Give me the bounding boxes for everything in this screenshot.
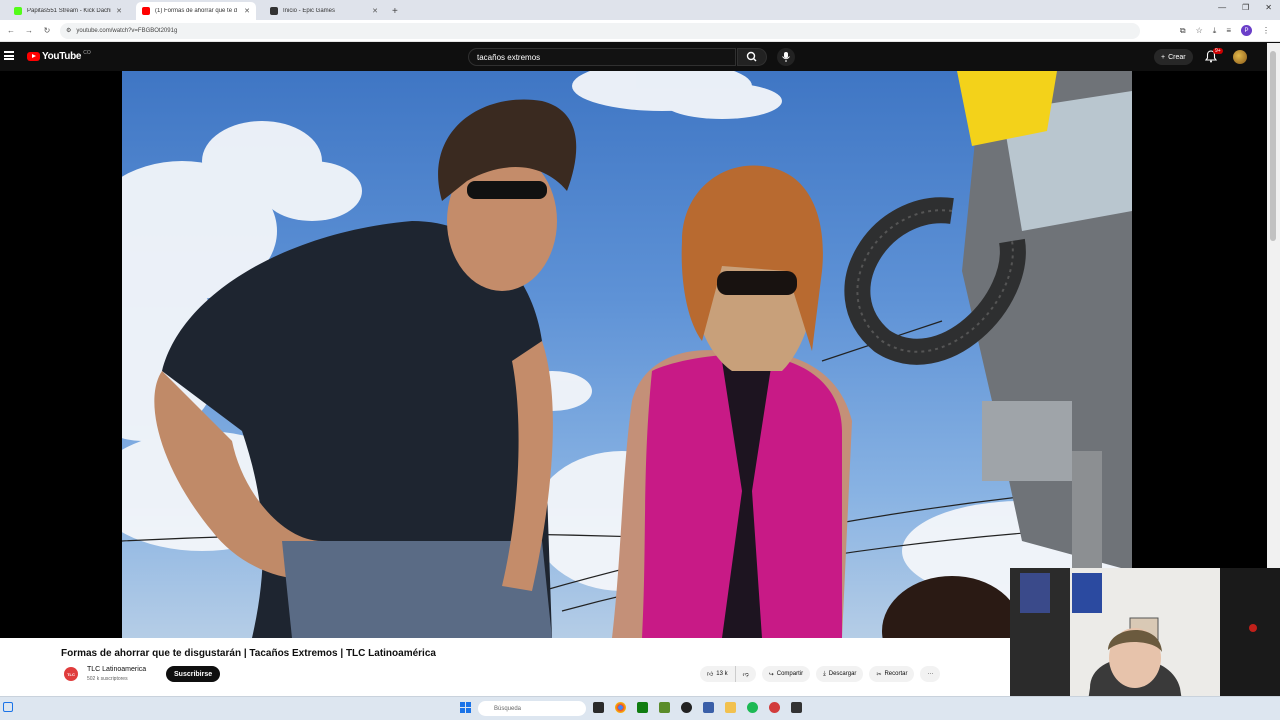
download-button[interactable]: ⤓ Descargar [816, 666, 864, 682]
browser-toolbar-icons: ⧉ ☆ ⤓ ≡ P ⋮ [1180, 25, 1270, 36]
file-explorer-icon[interactable] [593, 702, 604, 713]
taskbar-search[interactable]: Búsqueda [478, 701, 586, 716]
youtube-play-icon [27, 52, 40, 61]
minimize-icon[interactable]: — [1218, 3, 1226, 12]
logo-region: CO [83, 49, 91, 56]
share-label: Compartir [776, 671, 804, 677]
app-icon[interactable] [703, 702, 714, 713]
url-text: youtube.com/watch?v=FBGBOt2091g [76, 27, 178, 34]
share-arrow-icon: ↪ [768, 671, 774, 678]
close-tab-icon[interactable]: ✕ [116, 7, 122, 15]
widgets-icon[interactable] [3, 702, 13, 712]
close-tab-icon[interactable]: ✕ [372, 7, 378, 15]
more-dots-icon: ··· [927, 671, 934, 677]
browser-tab-epic[interactable]: Inicio - Epic Games ✕ [264, 2, 384, 20]
video-player[interactable] [0, 71, 1267, 638]
tab-title: Inicio - Epic Games [283, 8, 336, 14]
youtube-logo[interactable]: YouTube CO [27, 49, 91, 62]
user-avatar[interactable] [1233, 50, 1247, 64]
window-controls: — ❐ ✕ [1218, 3, 1272, 12]
new-tab-icon[interactable]: + [392, 6, 398, 17]
taskbar-search-placeholder: Búsqueda [494, 705, 522, 712]
downloads-icon[interactable]: ⤓ [1213, 26, 1217, 36]
browser-menu-icon[interactable]: ⋮ [1262, 26, 1270, 35]
address-bar-row: ← → ↻ ⚙ youtube.com/watch?v=FBGBOt2091g … [0, 20, 1280, 42]
url-field[interactable]: ⚙ youtube.com/watch?v=FBGBOt2091g [60, 22, 1140, 39]
thumbs-down-icon: 👎︎ [742, 672, 749, 678]
obs-icon[interactable] [791, 702, 802, 713]
create-button[interactable]: + Crear [1154, 49, 1193, 65]
recording-app-icon[interactable] [769, 702, 780, 713]
download-label: Descargar [828, 671, 857, 677]
profile-avatar[interactable]: P [1241, 25, 1252, 36]
kick-favicon-icon [14, 7, 22, 15]
search-button[interactable] [737, 48, 767, 66]
more-actions-button[interactable]: ··· [920, 666, 941, 682]
video-actions: 👍︎ 13 k 👎︎ ↪ Compartir ⤓ Descargar ✂ Rec… [700, 666, 941, 682]
video-scene-image [122, 71, 1132, 638]
xbox-icon[interactable] [637, 702, 648, 713]
like-count: 13 k [716, 671, 728, 677]
minecraft-icon[interactable] [659, 702, 670, 713]
github-icon[interactable] [681, 702, 692, 713]
browser-tab-youtube[interactable]: (1) Formas de ahorrar que te d ✕ [136, 2, 256, 20]
extensions-icon[interactable]: ≡ [1226, 26, 1231, 35]
bookmark-star-icon[interactable]: ☆ [1196, 26, 1203, 35]
scrollbar-thumb[interactable] [1270, 51, 1276, 241]
clip-label: Recortar [884, 671, 908, 677]
reload-icon[interactable]: ↻ [38, 26, 56, 35]
tab-title: Papitas551 Stream - Kick Dachi [27, 8, 112, 14]
notification-badge: 9+ [1213, 48, 1223, 54]
windows-start-icon[interactable] [460, 702, 471, 713]
share-button[interactable]: ↪ Compartir [761, 666, 811, 682]
search-query: tacaños extremos [477, 52, 541, 62]
spotify-icon[interactable] [747, 702, 758, 713]
plus-icon: + [1161, 53, 1166, 61]
forward-icon[interactable]: → [20, 26, 38, 35]
browser-tab-strip: Papitas551 Stream - Kick Dachi ✕ (1) For… [0, 0, 1280, 20]
site-info-icon[interactable]: ⚙ [66, 27, 71, 34]
windows-taskbar: Búsqueda [0, 696, 1280, 720]
clip-button[interactable]: ✂ Recortar [869, 666, 915, 682]
back-icon[interactable]: ← [2, 26, 20, 35]
video-frame[interactable] [122, 71, 1132, 638]
epic-favicon-icon [270, 7, 278, 15]
tab-title: (1) Formas de ahorrar que te d [155, 8, 238, 14]
install-app-icon[interactable]: ⧉ [1180, 26, 1186, 36]
chrome-icon[interactable] [615, 702, 626, 713]
channel-name[interactable]: TLC Latinoamerica [87, 666, 146, 673]
folder-icon[interactable] [725, 702, 736, 713]
channel-avatar[interactable]: TLC [64, 667, 78, 681]
voice-search-button[interactable] [777, 48, 795, 66]
youtube-favicon-icon [142, 7, 150, 15]
search-input[interactable]: tacaños extremos [468, 48, 736, 66]
close-window-icon[interactable]: ✕ [1265, 3, 1272, 12]
thumbs-up-icon: 👍︎ [707, 672, 714, 678]
microphone-icon [782, 52, 790, 62]
hamburger-menu-icon[interactable] [4, 51, 14, 60]
dislike-button[interactable]: 👎︎ [736, 666, 756, 682]
restore-icon[interactable]: ❐ [1242, 3, 1249, 12]
close-tab-icon[interactable]: ✕ [244, 7, 250, 15]
subscribe-button[interactable]: Suscribirse [166, 666, 221, 682]
download-icon: ⤓ [823, 670, 826, 677]
like-button[interactable]: 👍︎ 13 k [700, 666, 736, 682]
subscriber-count: 502 k suscriptores [87, 676, 128, 682]
search-icon [746, 51, 757, 62]
create-label: Crear [1168, 53, 1186, 61]
browser-tab-kick[interactable]: Papitas551 Stream - Kick Dachi ✕ [8, 2, 128, 20]
like-dislike-group: 👍︎ 13 k 👎︎ [700, 666, 756, 682]
logo-text: YouTube [42, 51, 82, 62]
video-title: Formas de ahorrar que te disgustarán | T… [61, 648, 436, 659]
scissors-icon: ✂ [876, 671, 882, 678]
